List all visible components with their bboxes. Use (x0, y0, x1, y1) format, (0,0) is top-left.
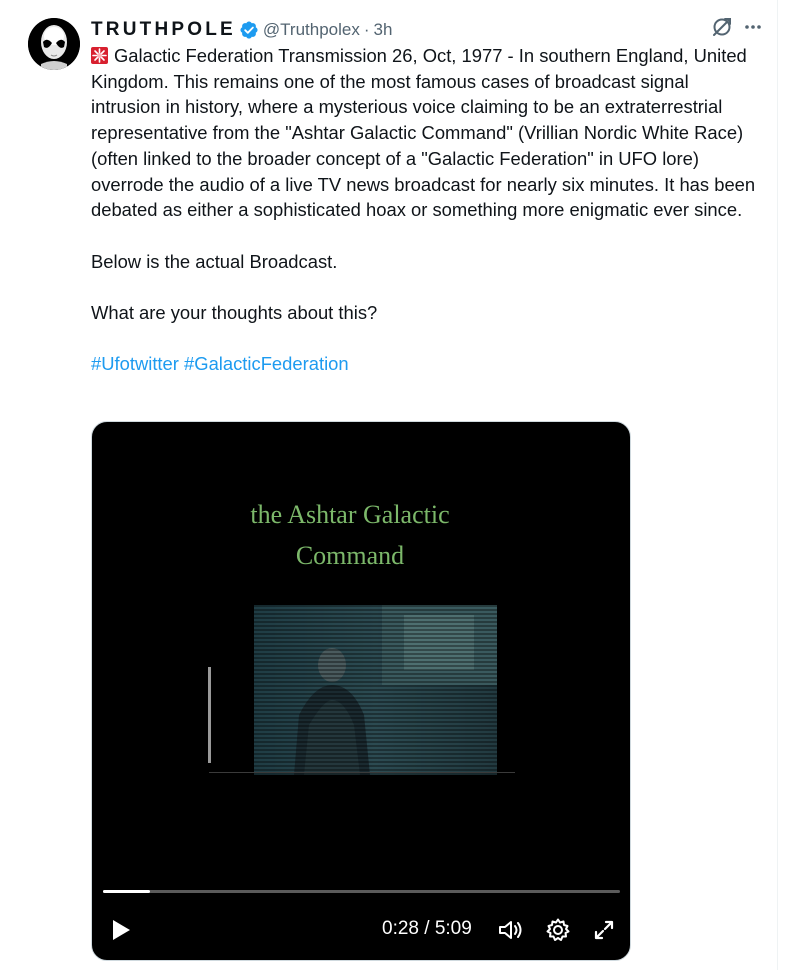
settings-gear-icon[interactable] (544, 916, 572, 944)
video-controls: 0:28 / 5:09 (92, 910, 630, 950)
post-paragraph-main: Galactic Federation Transmission 26, Oct… (91, 43, 763, 223)
alien-avatar-icon (28, 18, 80, 70)
fullscreen-icon[interactable] (590, 916, 618, 944)
video-frame-scene (254, 605, 497, 775)
video-time-display: 0:28 / 5:09 (382, 918, 472, 939)
post-paragraph-question: What are your thoughts about this? (91, 302, 378, 323)
volume-icon[interactable] (496, 916, 524, 944)
video-progress-fill (103, 890, 151, 893)
video-caption-line2: Command (295, 541, 405, 570)
hashtag-ufotwitter[interactable]: #Ufotwitter (91, 353, 179, 374)
hashtags: #Ufotwitter #GalacticFederation (91, 351, 763, 377)
post-top-actions (711, 16, 763, 38)
video-frame-bottom-line (209, 772, 515, 773)
video-progress-bar[interactable] (103, 890, 620, 893)
play-icon[interactable] (106, 916, 134, 944)
verified-badge-icon (239, 20, 259, 40)
post-paragraph-broadcast: Below is the actual Broadcast. (91, 250, 338, 272)
post-text: Galactic Federation Transmission 26, Oct… (91, 43, 763, 377)
siren-emoji-icon (91, 45, 108, 64)
post-header: TRUTHPOLE @Truthpolex · 3h (91, 17, 392, 43)
hashtag-galacticfederation[interactable]: #GalacticFederation (184, 353, 349, 374)
avatar[interactable] (28, 18, 80, 70)
display-name[interactable]: TRUTHPOLE (91, 19, 236, 41)
post-text-body: Galactic Federation Transmission 26, Oct… (91, 45, 756, 221)
video-frame-edge (208, 667, 211, 763)
more-icon[interactable] (743, 17, 763, 37)
handle[interactable]: @Truthpolex (263, 20, 360, 40)
video-player[interactable]: the Ashtar Galactic Command 0:28 / 5:09 (91, 421, 631, 961)
grok-icon[interactable] (711, 16, 733, 38)
separator-dot: · (363, 20, 370, 39)
video-caption-line1: the Ashtar Galactic (250, 500, 450, 529)
timestamp[interactable]: 3h (374, 20, 393, 40)
